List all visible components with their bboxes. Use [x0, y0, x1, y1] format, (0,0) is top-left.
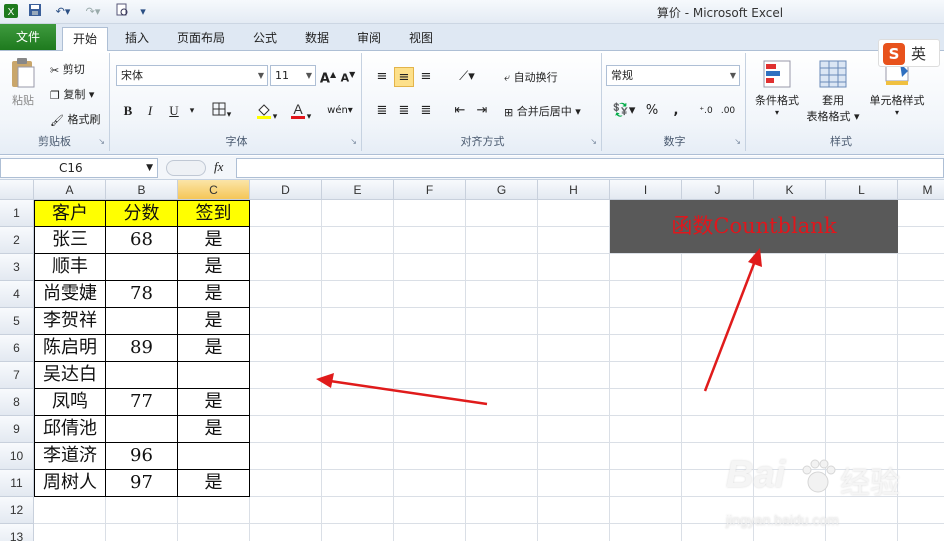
baidu-url-text: jingyan.baidu.com — [726, 512, 839, 528]
baidu-watermark: Bai 经验 jingyan.baidu.com — [726, 454, 942, 538]
baidu-jingyan-text: 经验 — [840, 467, 900, 500]
arrow-to-annotation — [703, 248, 762, 392]
baidu-brand-text: Bai — [726, 454, 786, 496]
baidu-paw-icon — [798, 456, 838, 496]
arrow-to-table — [316, 373, 488, 406]
